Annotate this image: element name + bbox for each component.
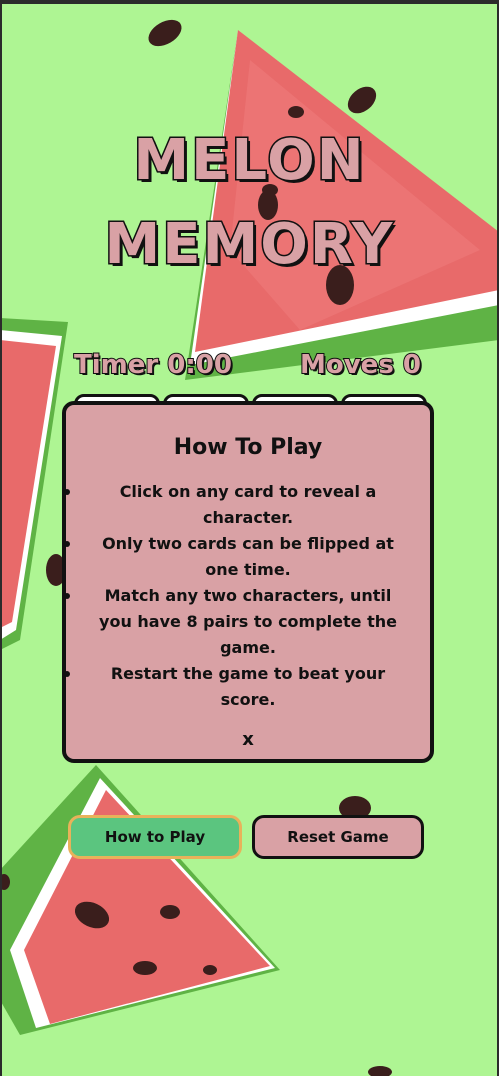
rule-text: Click on any card to reveal a character. [119, 482, 377, 527]
rule-item: Match any two characters, until you have… [64, 583, 430, 661]
close-modal-button[interactable]: x [66, 729, 430, 750]
moves-counter: Moves 0 [299, 349, 422, 381]
rule-item: Restart the game to beat your score. [64, 661, 430, 713]
watermelon-slice-icon [185, 30, 499, 380]
bullet-icon [64, 671, 70, 677]
rule-text: Match any two characters, until you have… [99, 586, 397, 657]
watermelon-slice-icon [0, 765, 280, 1035]
how-to-play-modal: How To Play Click on any card to reveal … [62, 401, 434, 763]
game-title-line1: MELON [132, 127, 366, 195]
rule-text: Only two cards can be flipped at one tim… [102, 534, 394, 579]
rule-item: Click on any card to reveal a character. [64, 479, 430, 531]
bullet-icon [64, 593, 70, 599]
watermelon-slice-icon [0, 318, 68, 650]
how-to-play-button[interactable]: How to Play [68, 815, 242, 859]
modal-title: How To Play [173, 435, 323, 460]
game-title-line2: MEMORY [103, 211, 395, 279]
rule-item: Only two cards can be flipped at one tim… [64, 531, 430, 583]
rules-list: Click on any card to reveal a character.… [64, 479, 430, 713]
timer-display: Timer 0:00 [73, 349, 233, 381]
bullet-icon [64, 541, 70, 547]
rule-text: Restart the game to beat your score. [110, 664, 386, 709]
bullet-icon [64, 489, 70, 495]
reset-game-button[interactable]: Reset Game [252, 815, 424, 859]
